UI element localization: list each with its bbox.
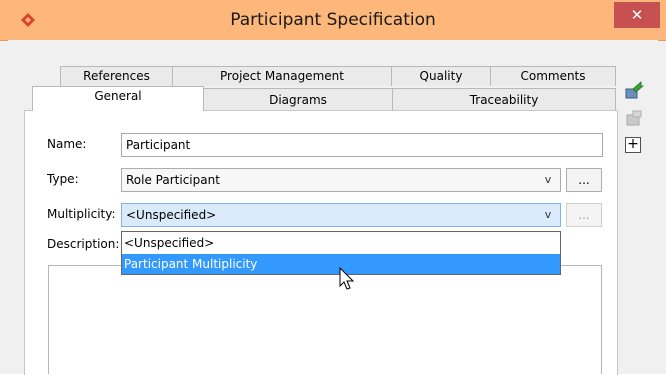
tab-general[interactable]: General	[32, 86, 204, 111]
chevron-down-icon: v	[544, 173, 552, 186]
tab-quality[interactable]: Quality	[391, 66, 491, 86]
mouse-cursor-icon	[339, 267, 355, 290]
tab-project-management[interactable]: Project Management	[172, 66, 392, 86]
name-field[interactable]: Participant	[121, 133, 603, 157]
description-label: Description:	[47, 237, 120, 251]
participant-specification-dialog: Participant Specification ✕ References P…	[0, 0, 666, 375]
green-arrow-icon[interactable]	[624, 80, 644, 100]
dropdown-option-unspecified[interactable]: <Unspecified>	[122, 233, 560, 253]
multiplicity-label: Multiplicity:	[47, 207, 116, 221]
window-title: Participant Specification	[230, 10, 436, 30]
tab-comments[interactable]: Comments	[490, 66, 616, 86]
chevron-down-icon: v	[544, 208, 552, 221]
multiplicity-browse-button[interactable]: ...	[566, 203, 602, 227]
type-select-value: Role Participant	[126, 173, 220, 187]
description-textarea[interactable]	[48, 265, 602, 374]
multiplicity-select[interactable]: <Unspecified> v	[121, 203, 561, 227]
tab-traceability[interactable]: Traceability	[392, 88, 616, 110]
expand-plus-icon[interactable]: +	[625, 137, 641, 153]
type-browse-button[interactable]: ...	[566, 168, 602, 192]
disabled-stamp-icon	[626, 110, 642, 126]
title-bar: Participant Specification ✕	[0, 0, 666, 41]
close-button[interactable]: ✕	[614, 2, 660, 28]
multiplicity-select-value: <Unspecified>	[126, 208, 217, 222]
type-select[interactable]: Role Participant v	[121, 168, 561, 192]
tab-references[interactable]: References	[60, 66, 173, 86]
name-label: Name:	[47, 137, 87, 151]
tab-diagrams[interactable]: Diagrams	[203, 88, 393, 110]
type-label: Type:	[47, 172, 79, 186]
